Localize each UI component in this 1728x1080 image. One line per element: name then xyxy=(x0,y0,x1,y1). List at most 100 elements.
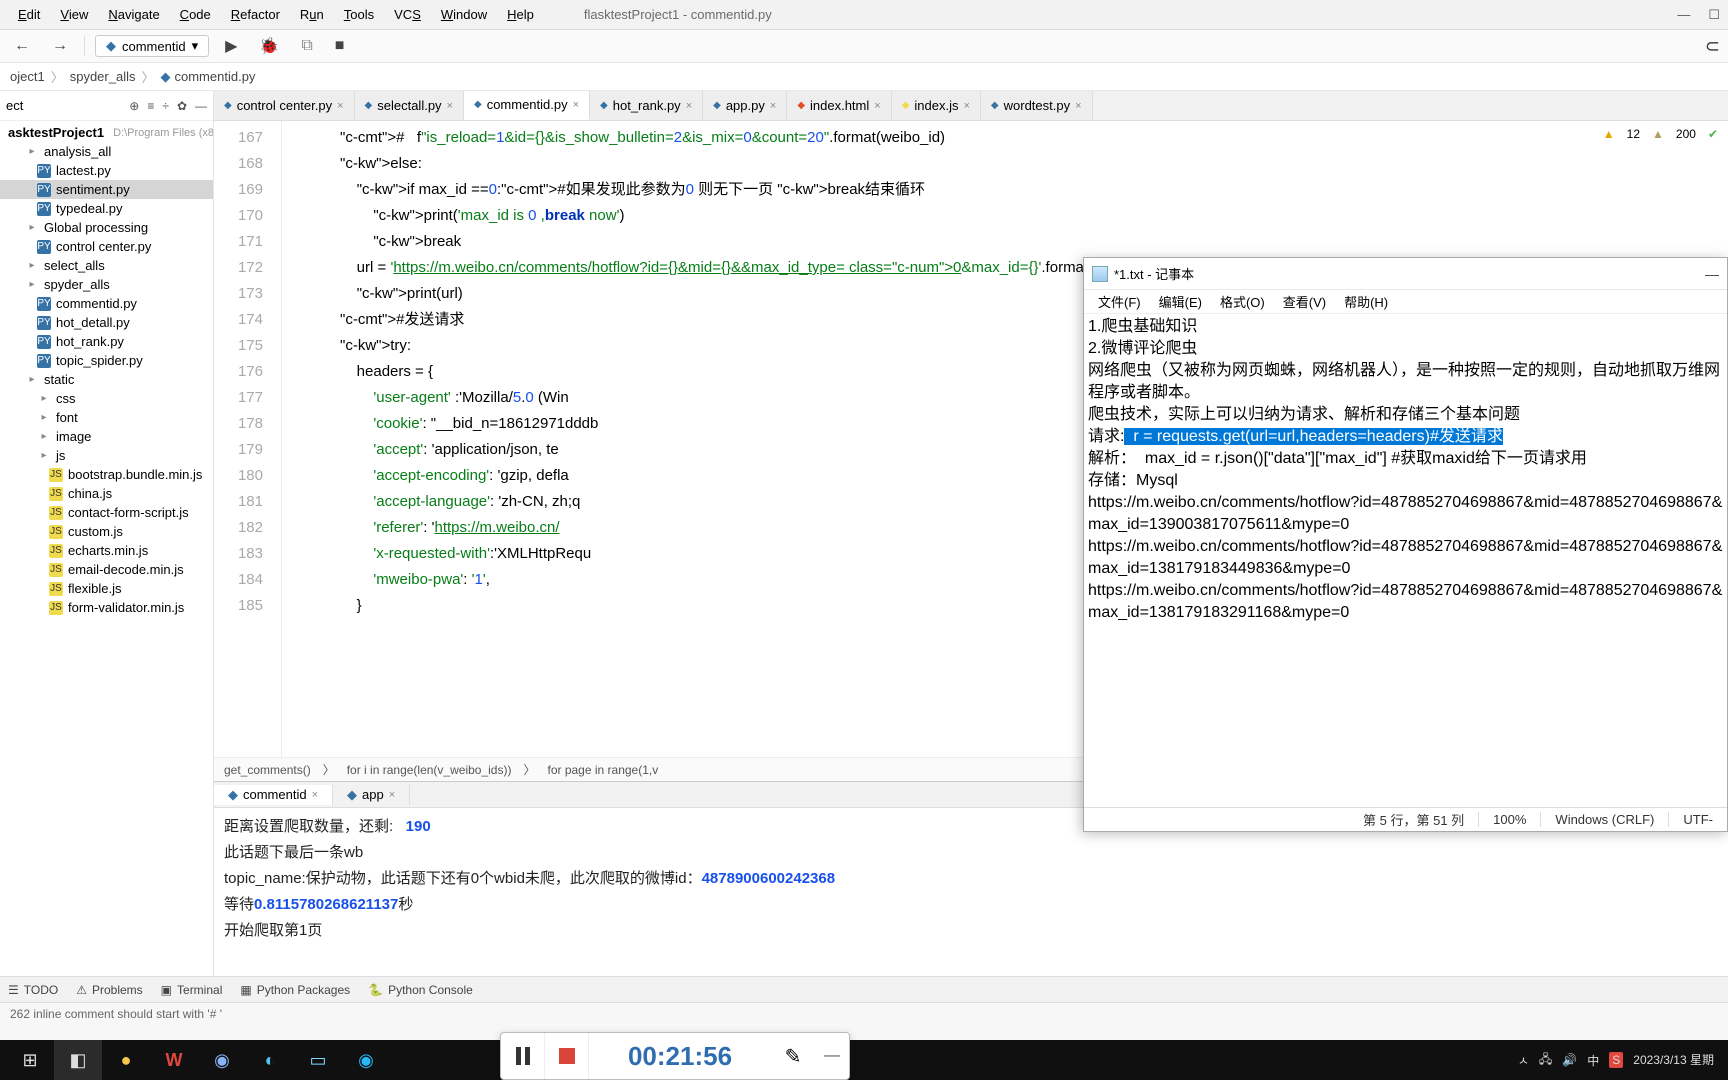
gutter[interactable]: 1671681691701711721731741751761771781791… xyxy=(214,121,282,757)
editor-tab[interactable]: ◆hot_rank.py× xyxy=(590,91,703,120)
tool-tab-python-packages[interactable]: ▦Python Packages xyxy=(240,983,350,997)
tray-volume-icon[interactable]: 🔊 xyxy=(1562,1053,1577,1067)
editor-tab[interactable]: ◆wordtest.py× xyxy=(981,91,1093,120)
menu-code[interactable]: Code xyxy=(170,3,221,26)
tree-item-hot_detall-py[interactable]: PYhot_detall.py xyxy=(0,313,213,332)
locate-icon[interactable]: ⊕ xyxy=(129,99,139,113)
editor-tab[interactable]: ◆selectall.py× xyxy=(355,91,464,120)
tree-item-custom-js[interactable]: JScustom.js xyxy=(0,522,213,541)
tree-item-css[interactable]: ▸css xyxy=(0,389,213,408)
screen-recorder[interactable]: 00:21:56 ✎ — xyxy=(500,1032,850,1080)
recorder-minimize-icon[interactable]: — xyxy=(815,1047,849,1065)
notepad-minimize-icon[interactable]: — xyxy=(1705,266,1719,282)
tree-item-font[interactable]: ▸font xyxy=(0,408,213,427)
run-with-coverage-button[interactable]: ⧉ xyxy=(295,34,318,58)
menu-edit[interactable]: Edit xyxy=(8,3,50,26)
tree-item-select_alls[interactable]: ▸select_alls xyxy=(0,256,213,275)
editor-tab[interactable]: ◆control center.py× xyxy=(214,91,355,120)
pause-button[interactable] xyxy=(501,1033,545,1079)
close-icon[interactable]: × xyxy=(963,100,969,112)
tree-item-js[interactable]: ▸js xyxy=(0,446,213,465)
search-everywhere-icon[interactable]: ⊂ xyxy=(1705,36,1720,57)
project-root[interactable]: asktestProject1D:\Program Files (x8 xyxy=(0,123,213,142)
breadcrumb-item[interactable]: oject1 xyxy=(10,69,45,84)
notepad-titlebar[interactable]: *1.txt - 记事本 — xyxy=(1084,258,1727,290)
tool-tab-problems[interactable]: ⚠Problems xyxy=(76,983,142,997)
tree-item-hot_rank-py[interactable]: PYhot_rank.py xyxy=(0,332,213,351)
inspection-widget[interactable]: ▲12 ▲200 ✔ xyxy=(1603,127,1718,141)
tree-item-form-validator-min-js[interactable]: JSform-validator.min.js xyxy=(0,598,213,617)
menu-navigate[interactable]: Navigate xyxy=(98,3,169,26)
editor-tab[interactable]: ◆index.js× xyxy=(892,91,981,120)
start-button[interactable]: ⊞ xyxy=(6,1040,54,1080)
notepad-menu-item[interactable]: 文件(F) xyxy=(1090,290,1149,313)
taskbar-clock[interactable]: 2023/3/13 星期 xyxy=(1633,1053,1714,1067)
notepad-menu-item[interactable]: 帮助(H) xyxy=(1336,290,1396,313)
notepad-body[interactable]: 1.爬虫基础知识2.微博评论爬虫网络爬虫（又被称为网页蜘蛛，网络机器人），是一种… xyxy=(1084,314,1727,807)
tray-ime2-icon[interactable]: S xyxy=(1609,1052,1623,1068)
close-icon[interactable]: × xyxy=(874,100,880,112)
tree-item-bootstrap-bundle-min-js[interactable]: JSbootstrap.bundle.min.js xyxy=(0,465,213,484)
tray-network-icon[interactable]: 🖧 xyxy=(1539,1050,1552,1071)
tray-ime-icon[interactable]: 中 xyxy=(1587,1052,1599,1069)
tree-item-sentiment-py[interactable]: PYsentiment.py xyxy=(0,180,213,199)
tree-item-typedeal-py[interactable]: PYtypedeal.py xyxy=(0,199,213,218)
close-icon[interactable]: × xyxy=(337,100,343,112)
tool-tab-todo[interactable]: ☰TODO xyxy=(8,983,58,997)
taskbar-app[interactable]: ◉ xyxy=(342,1040,390,1080)
settings-icon[interactable]: ✿ xyxy=(177,99,187,113)
taskbar-app[interactable]: ▭ xyxy=(294,1040,342,1080)
breadcrumb-item[interactable]: spyder_alls xyxy=(70,69,136,84)
taskbar-app[interactable]: ◉ xyxy=(198,1040,246,1080)
editor-tab[interactable]: ◆index.html× xyxy=(787,91,891,120)
tree-item-echarts-min-js[interactable]: JSecharts.min.js xyxy=(0,541,213,560)
notepad-menu-item[interactable]: 编辑(E) xyxy=(1151,290,1210,313)
notepad-menu-item[interactable]: 查看(V) xyxy=(1275,290,1334,313)
menu-refactor[interactable]: Refactor xyxy=(221,3,290,26)
expand-icon[interactable]: ≡ xyxy=(147,99,154,113)
stop-button[interactable]: ■ xyxy=(329,34,351,58)
menu-tools[interactable]: Tools xyxy=(334,3,384,26)
console-output[interactable]: 距离设置爬取数量，还剩: 190此话题下最后一条wbtopic_name:保护动… xyxy=(214,808,1728,976)
code-crumb[interactable]: get_comments() xyxy=(224,763,311,777)
window-minimize-icon[interactable]: — xyxy=(1677,7,1690,23)
close-icon[interactable]: × xyxy=(686,100,692,112)
close-icon[interactable]: × xyxy=(1075,100,1081,112)
taskbar-app[interactable]: ◐ xyxy=(246,1040,294,1080)
menu-help[interactable]: Help xyxy=(497,3,544,26)
tree-item-image[interactable]: ▸image xyxy=(0,427,213,446)
code-crumb[interactable]: for page in range(1,v xyxy=(547,763,658,777)
tree-item-contact-form-script-js[interactable]: JScontact-form-script.js xyxy=(0,503,213,522)
breadcrumb-item[interactable]: ◆ commentid.py xyxy=(161,69,256,85)
taskbar-app[interactable]: ● xyxy=(102,1040,150,1080)
close-icon[interactable]: × xyxy=(770,100,776,112)
tree-item-china-js[interactable]: JSchina.js xyxy=(0,484,213,503)
tool-tab-python-console[interactable]: 🐍Python Console xyxy=(368,983,473,997)
console-tab[interactable]: ◆app× xyxy=(333,785,410,805)
menu-run[interactable]: Run xyxy=(290,3,334,26)
code-crumb[interactable]: for i in range(len(v_weibo_ids)) xyxy=(347,763,512,777)
stop-button[interactable] xyxy=(545,1033,589,1079)
hide-icon[interactable]: — xyxy=(195,99,207,113)
tree-item-lactest-py[interactable]: PYlactest.py xyxy=(0,161,213,180)
tree-item-Global-processing[interactable]: ▸Global processing xyxy=(0,218,213,237)
nav-back-button[interactable]: ← xyxy=(8,34,36,58)
menu-window[interactable]: Window xyxy=(431,3,497,26)
tree-item-analysis_all[interactable]: ▸analysis_all xyxy=(0,142,213,161)
tree-item-static[interactable]: ▸static xyxy=(0,370,213,389)
tool-tab-terminal[interactable]: ▣Terminal xyxy=(161,983,223,997)
close-icon[interactable]: × xyxy=(389,789,395,801)
tree-item-email-decode-min-js[interactable]: JSemail-decode.min.js xyxy=(0,560,213,579)
notepad-menu-item[interactable]: 格式(O) xyxy=(1212,290,1273,313)
collapse-icon[interactable]: ÷ xyxy=(162,99,169,113)
close-icon[interactable]: × xyxy=(447,100,453,112)
menu-vcs[interactable]: VCS xyxy=(384,3,431,26)
run-button[interactable]: ▶ xyxy=(219,33,243,59)
nav-forward-button[interactable]: → xyxy=(46,34,74,58)
tree-item-spyder_alls[interactable]: ▸spyder_alls xyxy=(0,275,213,294)
tree-item-commentid-py[interactable]: PYcommentid.py xyxy=(0,294,213,313)
tray-chevron-icon[interactable]: ㅅ xyxy=(1518,1052,1529,1069)
tree-item-control-center-py[interactable]: PYcontrol center.py xyxy=(0,237,213,256)
menu-view[interactable]: View xyxy=(50,3,98,26)
editor-tab[interactable]: ◆commentid.py× xyxy=(464,91,590,120)
